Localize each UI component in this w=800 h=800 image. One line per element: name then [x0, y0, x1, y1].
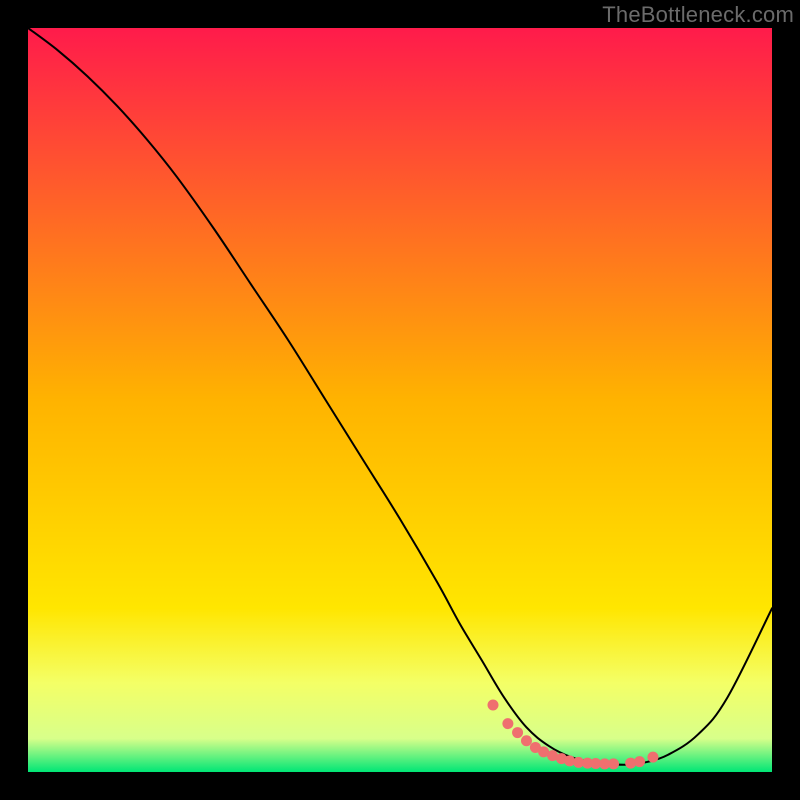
- plot-area: [28, 28, 772, 772]
- valley-dot: [608, 758, 619, 769]
- valley-dot: [647, 752, 658, 763]
- chart-frame: TheBottleneck.com: [0, 0, 800, 800]
- chart-svg: [28, 28, 772, 772]
- valley-dot: [502, 718, 513, 729]
- valley-dot: [521, 735, 532, 746]
- valley-dot: [488, 700, 499, 711]
- valley-dot: [634, 756, 645, 767]
- gradient-background: [28, 28, 772, 772]
- watermark-text: TheBottleneck.com: [602, 2, 794, 28]
- valley-dot: [512, 727, 523, 738]
